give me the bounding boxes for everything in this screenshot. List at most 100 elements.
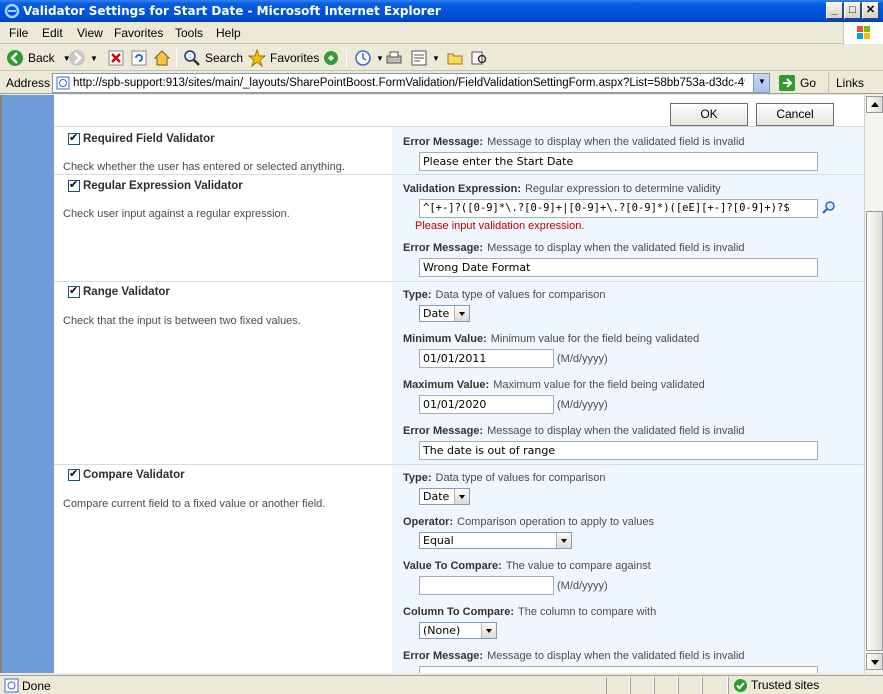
address-bar: Address http://spb-support:913/sites/mai… [0,72,883,94]
regex-builder-icon[interactable] [821,200,837,216]
links-button[interactable]: Links [828,72,864,94]
range-min-input[interactable]: 01/01/2011 [419,349,554,368]
required-validator-checkbox[interactable] [68,131,80,145]
favorites-button[interactable]: Favorites [248,48,319,68]
printer-icon [386,51,402,64]
menu-edit[interactable]: Edit [42,26,63,40]
vertical-scrollbar[interactable] [864,95,883,673]
address-dropdown-button[interactable]: ▼ [753,74,769,92]
range-validator-checkbox[interactable] [68,284,80,298]
go-button[interactable]: Go [778,74,816,92]
history-icon [355,50,371,66]
menu-file[interactable]: File [9,26,28,40]
go-arrow-icon [779,75,795,91]
status-text: Done [22,679,51,693]
required-validator-title: Required Field Validator [83,133,215,145]
title-bar: Validator Settings for Start Date - Micr… [0,0,883,22]
compare-type-select[interactable]: Date [419,488,470,505]
compare-validator-checkbox[interactable] [68,467,80,481]
left-nav-band [2,95,54,673]
compare-value-input[interactable] [419,576,554,595]
regex-validation-error: Please input validation expression. [415,220,585,232]
edit-page-icon [411,50,427,66]
media-button[interactable] [322,48,344,68]
scroll-thumb[interactable] [866,211,883,651]
menu-bar: File Edit View Favorites Tools Help [0,22,883,44]
menu-tools[interactable]: Tools [175,26,203,40]
required-validator-desc: Check whether the user has entered or se… [63,161,345,173]
range-min-label: Minimum Value: Minimum value for the fiel… [403,333,700,345]
trusted-check-icon [734,679,747,692]
maximize-button[interactable]: □ [844,2,861,19]
page-content: OK Cancel Required Field Validator Check… [0,95,864,673]
range-max-format: (M/d/yyyy) [557,399,608,411]
forward-button[interactable]: ▼ [68,48,98,68]
back-arrow-icon [7,50,23,66]
search-icon [184,50,200,66]
search-button[interactable]: Search [183,48,243,68]
address-label: Address [6,76,51,90]
range-max-label: Maximum Value: Maximum value for the fiel… [403,379,705,391]
compare-column-select[interactable]: (None) [419,622,497,639]
back-button[interactable]: Back ▼ [6,48,71,68]
required-error-label: Error Message: Message to display when th… [403,136,745,148]
stop-button[interactable] [107,48,129,68]
range-type-select[interactable]: Date [419,305,470,322]
range-validator-title: Range Validator [83,286,170,298]
regex-validator-desc: Check user input against a regular expre… [63,208,290,220]
cancel-button[interactable]: Cancel [756,103,834,126]
regex-validator-title: Regular Expression Validator [83,180,243,192]
research-button[interactable] [470,48,492,68]
refresh-icon [131,50,147,66]
compare-validator-desc: Compare current field to a fixed value o… [63,498,326,510]
compare-validator-title: Compare Validator [83,469,185,481]
compare-column-label: Column To Compare: The column to compare … [403,606,657,618]
window-title: Validator Settings for Start Date - Micr… [23,4,441,18]
home-icon [153,50,171,66]
compare-error-label: Error Message: Message to display when th… [403,650,745,662]
minimize-button[interactable]: _ [826,2,843,19]
home-button[interactable] [153,48,175,68]
status-bar: Done Trusted sites [0,675,883,694]
compare-type-label: Type: Data type of values for comparison [403,472,606,484]
stop-icon [108,50,124,66]
regex-expression-label: Validation Expression: Regular expression… [403,183,721,195]
address-input[interactable]: http://spb-support:913/sites/main/_layou… [52,73,770,93]
media-icon [324,51,338,65]
compare-value-format: (M/d/yyyy) [557,580,608,592]
regex-error-label: Error Message: Message to display when th… [403,242,745,254]
research-icon [471,51,487,65]
ok-button[interactable]: OK [670,103,748,126]
regex-error-input[interactable]: Wrong Date Format [419,258,818,277]
menu-favorites[interactable]: Favorites [114,26,163,40]
windows-logo-icon [843,22,883,44]
close-button[interactable]: ✕ [862,2,879,19]
range-error-label: Error Message: Message to display when th… [403,425,745,437]
scroll-up-button[interactable] [866,96,883,113]
compare-value-label: Value To Compare: The value to compare ag… [403,560,651,572]
range-min-format: (M/d/yyyy) [557,353,608,365]
page-icon [56,76,70,90]
regex-validator-checkbox[interactable] [68,178,80,192]
compare-operator-select[interactable]: Equal [419,532,572,549]
scroll-down-button[interactable] [866,653,883,670]
address-url: http://spb-support:913/sites/main/_layou… [73,77,745,89]
discuss-button[interactable] [446,48,468,68]
regex-expression-input[interactable]: ^[+-]?([0-9]*\.?[0-9]+|[0-9]+\.?[0-9]*)(… [419,199,818,218]
edit-button[interactable]: ▼ [410,48,440,68]
star-icon [248,49,266,67]
range-error-input[interactable]: The date is out of range [419,441,818,460]
button-bar: OK Cancel [54,95,864,127]
menu-help[interactable]: Help [216,26,241,40]
internet-explorer-icon [4,3,20,19]
required-error-input[interactable]: Please enter the Start Date [419,152,818,171]
range-validator-desc: Check that the input is between two fixe… [63,315,301,327]
validator-form: OK Cancel Required Field Validator Check… [54,95,864,673]
range-max-input[interactable]: 01/01/2020 [419,395,554,414]
history-button[interactable]: ▼ [354,48,384,68]
refresh-button[interactable] [130,48,152,68]
print-button[interactable] [385,48,407,68]
toolbar: Back ▼ ▼ Search Favorites ▼ ▼ [0,45,883,71]
compare-error-input[interactable] [419,666,818,673]
menu-view[interactable]: View [77,26,103,40]
